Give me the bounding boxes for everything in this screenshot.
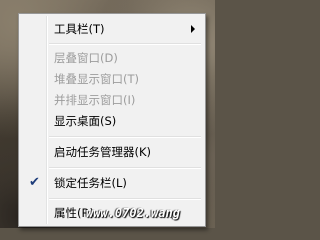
menu-item-stack-label: 堆叠显示窗口(T) <box>54 72 139 86</box>
menu-item-show-desktop-label: 显示桌面(S) <box>54 114 117 128</box>
menu-item-lock-taskbar[interactable]: ✔ 锁定任务栏(L) <box>21 173 203 193</box>
menu-separator <box>49 167 201 169</box>
menu-item-cascade-label: 层叠窗口(D) <box>54 51 118 65</box>
menu-item-task-manager[interactable]: 启动任务管理器(K) <box>21 142 203 162</box>
menu-item-toolbars-label: 工具栏(T) <box>54 22 105 36</box>
checkmark-icon: ✔ <box>29 175 40 190</box>
menu-item-toolbars[interactable]: 工具栏(T) <box>21 19 203 39</box>
menu-item-task-manager-label: 启动任务管理器(K) <box>54 145 152 159</box>
menu-item-lock-taskbar-label: 锁定任务栏(L) <box>54 176 127 190</box>
menu-separator <box>49 136 201 138</box>
menu-item-cascade-windows: 层叠窗口(D) <box>21 48 203 68</box>
menu-item-side-by-side-label: 并排显示窗口(I) <box>54 93 136 107</box>
menu-item-show-desktop[interactable]: 显示桌面(S) <box>21 111 203 131</box>
taskbar-context-menu: 工具栏(T) 层叠窗口(D) 堆叠显示窗口(T) 并排显示窗口(I) 显示桌面(… <box>18 13 206 227</box>
menu-separator <box>49 198 201 200</box>
menu-separator <box>49 43 201 45</box>
watermark-text: www.0702.wang <box>86 206 180 220</box>
chevron-right-icon <box>191 25 195 33</box>
menu-item-stack-windows: 堆叠显示窗口(T) <box>21 69 203 89</box>
menu-item-side-by-side: 并排显示窗口(I) <box>21 90 203 110</box>
